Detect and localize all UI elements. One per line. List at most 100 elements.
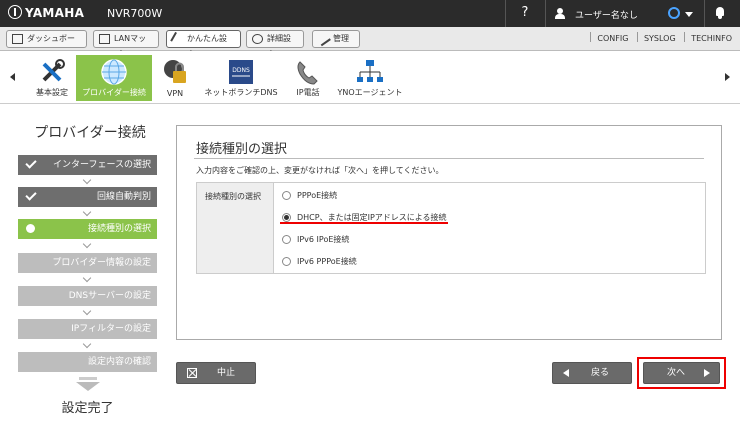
divider xyxy=(505,0,506,27)
divider xyxy=(545,0,546,27)
connection-type-form: 接続種別の選択 PPPoE接続 DHCP、または固定IPアドレスによる接続 IP… xyxy=(196,182,706,274)
nav-ip-phone[interactable]: IP電話 xyxy=(291,55,325,101)
globe-icon xyxy=(101,59,127,85)
wrench-icon xyxy=(316,31,331,47)
panel-description: 入力内容をご確認の上、変更がなければ「次へ」を押してください。 xyxy=(196,166,444,175)
techinfo-link[interactable]: TECHINFO xyxy=(691,34,732,43)
option-label[interactable]: IPv6 IPoE接続 xyxy=(297,235,349,244)
dns-icon: DDNS xyxy=(229,60,253,84)
tools-icon xyxy=(42,59,65,82)
step-label: 設定内容の確認 xyxy=(87,357,151,367)
nav-left-arrow-icon[interactable] xyxy=(10,73,15,81)
phone-icon xyxy=(297,61,318,85)
divider xyxy=(684,32,686,42)
radio-button[interactable] xyxy=(282,235,291,244)
chevron-down-icon xyxy=(82,175,92,185)
tab-manage[interactable]: 管理 xyxy=(312,30,360,48)
wizard-step-ip-filter: IPフィルターの設定 xyxy=(18,319,157,339)
syslog-link[interactable]: SYSLOG xyxy=(644,34,676,43)
step-label: インターフェースの選択 xyxy=(52,160,151,170)
gear-icon xyxy=(252,34,263,44)
wand-icon xyxy=(170,31,185,47)
top-bar: YAMAHA NVR700W ? ユーザー名なし xyxy=(0,0,740,27)
nav-netvolante-dns[interactable]: DDNS ネットボランチDNS xyxy=(201,55,281,101)
field-label: 接続種別の選択 xyxy=(197,183,274,273)
nav-label: IP電話 xyxy=(296,88,320,97)
config-link[interactable]: CONFIG xyxy=(597,34,628,43)
feature-nav: 基本設定 プロバイダー接続 VPN DDNS ネットボランチDNS IP電話 Y… xyxy=(0,51,740,104)
radio-button[interactable] xyxy=(282,191,291,200)
dashboard-icon xyxy=(12,34,23,44)
next-button[interactable]: 次へ xyxy=(643,362,720,384)
chevron-down-icon xyxy=(82,273,92,283)
check-icon xyxy=(25,189,37,201)
nav-yno-agent[interactable]: YNOエージェント xyxy=(335,55,405,101)
button-label: 中止 xyxy=(217,368,236,378)
back-button[interactable]: 戻る xyxy=(552,362,632,384)
nav-basic-settings[interactable]: 基本設定 xyxy=(32,55,72,101)
tab-dashboard[interactable]: ダッシュボード xyxy=(6,30,87,59)
model-name: NVR700W xyxy=(107,7,163,20)
nav-label: VPN xyxy=(166,89,184,98)
wizard-step-connection-type: 接続種別の選択 xyxy=(18,219,157,239)
nav-right-arrow-icon[interactable] xyxy=(725,73,730,81)
option-ipv6-ipoe[interactable]: IPv6 IPoE接続 xyxy=(282,234,349,245)
status-ring-icon[interactable] xyxy=(668,7,680,19)
wizard-step-provider-info: プロバイダー情報の設定 xyxy=(18,253,157,273)
radio-button[interactable] xyxy=(282,213,291,222)
tab-label: 管理 xyxy=(333,34,349,43)
wizard-title: プロバイダー接続 xyxy=(34,125,146,141)
user-icon[interactable] xyxy=(555,8,565,19)
nav-label: 基本設定 xyxy=(36,88,68,97)
bell-icon[interactable] xyxy=(715,7,725,19)
nav-vpn[interactable]: VPN xyxy=(158,55,192,101)
top-links: CONFIG SYSLOG TECHINFO xyxy=(584,32,732,43)
help-button[interactable]: ? xyxy=(515,5,535,20)
step-label: 回線自動判別 xyxy=(96,192,151,202)
brand-name: YAMAHA xyxy=(25,6,85,20)
tab-lanmap[interactable]: LANマップ xyxy=(93,30,159,59)
option-ipv6-pppoe[interactable]: IPv6 PPPoE接続 xyxy=(282,256,357,267)
radio-button[interactable] xyxy=(282,257,291,266)
divider xyxy=(590,32,592,42)
option-label[interactable]: IPv6 PPPoE接続 xyxy=(297,257,357,266)
down-arrow-icon xyxy=(76,377,100,391)
selection-underline xyxy=(280,222,448,224)
step-label: プロバイダー情報の設定 xyxy=(52,258,151,268)
nav-label: YNOエージェント xyxy=(337,88,403,97)
option-pppoe[interactable]: PPPoE接続 xyxy=(282,190,337,201)
wizard-step-dns: DNSサーバーの設定 xyxy=(18,286,157,306)
button-label: 次へ xyxy=(667,368,686,378)
step-label: 接続種別の選択 xyxy=(87,224,151,234)
lanmap-icon xyxy=(99,34,110,44)
cancel-button[interactable]: 中止 xyxy=(176,362,256,384)
option-label[interactable]: DHCP、または固定IPアドレスによる接続 xyxy=(297,213,447,222)
panel-title: 接続種別の選択 xyxy=(196,142,288,157)
chevron-down-icon xyxy=(82,239,92,249)
arrow-left-icon xyxy=(563,369,569,377)
wizard-step-interface: インターフェースの選択 xyxy=(18,155,157,175)
tab-advanced[interactable]: 詳細設定 xyxy=(246,30,304,59)
arrow-right-icon xyxy=(704,369,710,377)
divider xyxy=(636,32,638,42)
lock-icon xyxy=(164,60,186,83)
wizard-step-auto-detect: 回線自動判別 xyxy=(18,187,157,207)
chevron-down-icon xyxy=(82,339,92,349)
wizard-complete-label: 設定完了 xyxy=(61,401,114,416)
step-label: IPフィルターの設定 xyxy=(71,324,151,334)
current-dot-icon xyxy=(26,224,35,233)
main-tab-bar: ダッシュボード LANマップ かんたん設定 詳細設定 管理 CONFIG SYS… xyxy=(0,27,740,59)
nav-provider[interactable]: プロバイダー接続 xyxy=(76,55,152,101)
chevron-down-icon[interactable] xyxy=(685,12,693,17)
button-label: 戻る xyxy=(591,368,610,378)
divider xyxy=(704,0,705,27)
connection-type-panel: 接続種別の選択 入力内容をご確認の上、変更がなければ「次へ」を押してください。 … xyxy=(176,125,722,340)
user-name[interactable]: ユーザー名なし xyxy=(575,8,638,21)
step-label: DNSサーバーの設定 xyxy=(68,291,151,301)
network-icon xyxy=(357,60,383,82)
tab-easy-setup[interactable]: かんたん設定 xyxy=(166,30,241,59)
chevron-down-icon xyxy=(82,207,92,217)
nav-label: プロバイダー接続 xyxy=(82,88,146,97)
wizard-step-confirm: 設定内容の確認 xyxy=(18,352,157,372)
option-label[interactable]: PPPoE接続 xyxy=(297,191,337,200)
